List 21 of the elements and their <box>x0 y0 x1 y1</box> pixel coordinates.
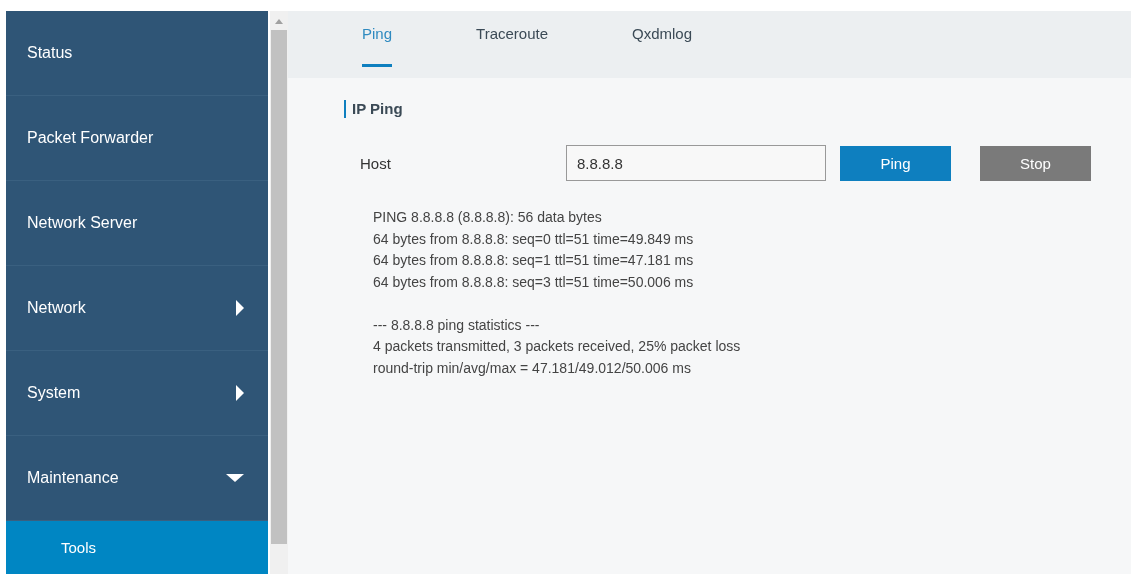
output-line: 64 bytes from 8.8.8.8: seq=1 ttl=51 time=47.181 ms <box>373 251 695 270</box>
output-line: round-trip min/avg/max = 47.181/49.012/50.006 ms <box>373 358 692 378</box>
sidebar-item[interactable]: Packet Forwarder <box>6 96 268 181</box>
sidebar-item[interactable]: Network Server <box>6 181 268 266</box>
sidebar-item[interactable]: Status <box>6 11 268 96</box>
ping-button[interactable]: Ping <box>840 145 951 181</box>
host-input[interactable]: 8.8.8.8 <box>566 145 826 181</box>
sidebar-item[interactable]: System <box>6 351 268 436</box>
section-title: IP Ping <box>344 100 1111 118</box>
output-line: PING 8.8.8.8 (8.8.8.8): 56 data bytes <box>373 208 603 227</box>
output-line: 4 packets transmitted, 3 packets received, 25% packet loss <box>373 337 742 356</box>
sidebar-item[interactable]: Tools <box>6 521 268 574</box>
sidebar-item[interactable]: Network <box>6 266 268 351</box>
scrollbar[interactable] <box>270 11 288 574</box>
output-line: --- 8.8.8.8 ping statistics --- <box>373 315 541 335</box>
host-label: Host <box>360 154 392 172</box>
tab[interactable]: Qxdmlog <box>632 11 693 78</box>
output-line: 64 bytes from 8.8.8.8: seq=3 ttl=51 time=50.006 ms <box>373 272 695 292</box>
output-line: 64 bytes from 8.8.8.8: seq=0 ttl=51 time=49.849 ms <box>373 229 695 249</box>
stop-button[interactable]: Stop <box>980 145 1091 181</box>
tab[interactable]: Traceroute <box>476 11 548 78</box>
